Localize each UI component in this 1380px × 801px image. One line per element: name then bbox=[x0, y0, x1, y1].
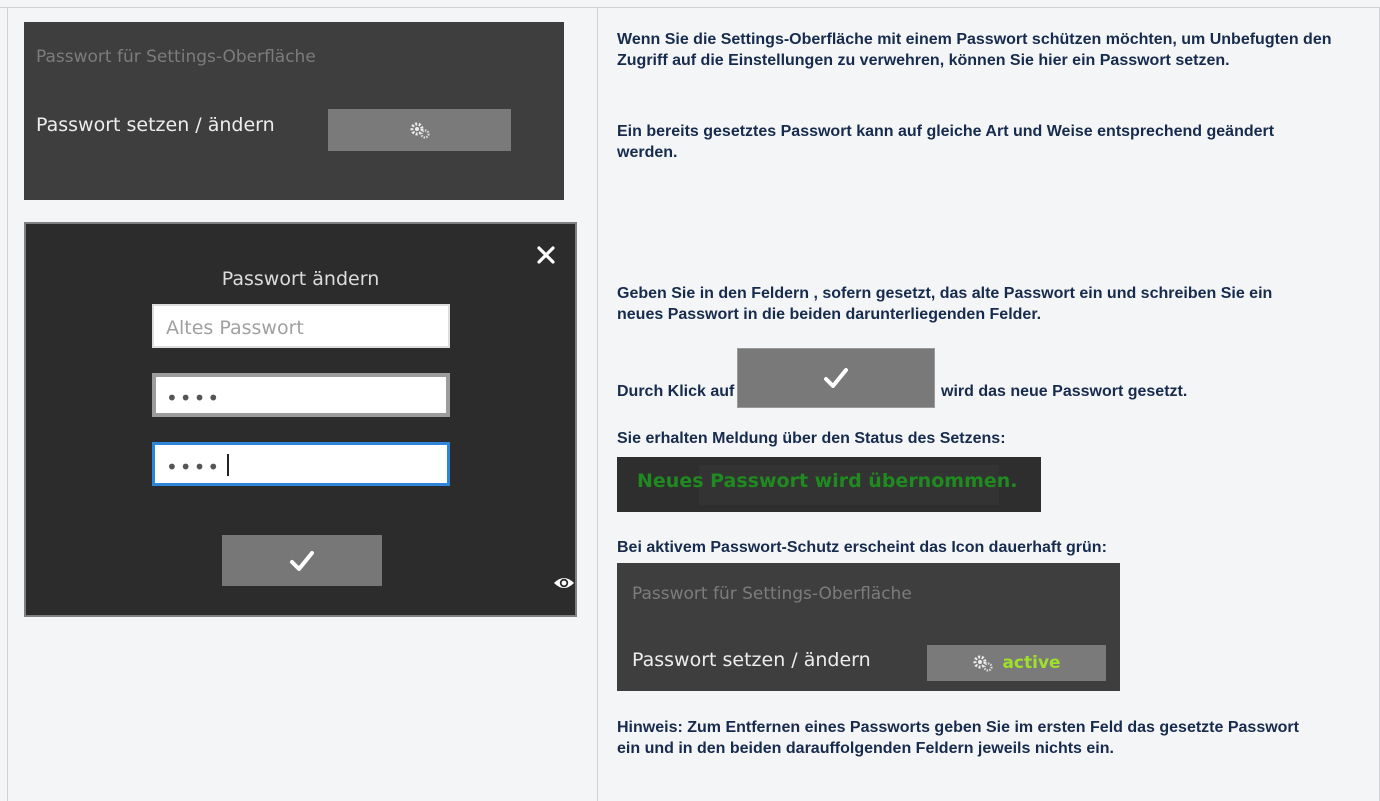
status-intro-text: Sie erhalten Meldung über den Status des… bbox=[617, 430, 1006, 447]
change-password-dialog: Passwort ändern Altes Passwort •••• •••• bbox=[24, 222, 577, 617]
old-password-field[interactable]: Altes Passwort bbox=[152, 304, 450, 348]
old-password-placeholder: Altes Passwort bbox=[166, 317, 304, 339]
click-text-suffix: wird das neue Passwort gesetzt. bbox=[941, 383, 1188, 400]
panel-title: Passwort für Settings-Oberfläche bbox=[632, 584, 912, 604]
set-password-label: Passwort setzen / ändern bbox=[632, 649, 871, 671]
intro-text: Wenn Sie die Settings-Oberfläche mit ein… bbox=[617, 31, 1332, 69]
change-text: Ein bereits gesetztes Passwort kann auf … bbox=[617, 123, 1275, 161]
confirm-password-field[interactable]: •••• bbox=[152, 442, 450, 486]
settings-panel-screenshot: Passwort für Settings-Oberfläche Passwor… bbox=[24, 22, 564, 200]
dialog-title: Passwort ändern bbox=[221, 268, 380, 290]
fields-text: Geben Sie in den Feldern , sofern gesetz… bbox=[617, 285, 1273, 323]
panel-title: Passwort für Settings-Oberfläche bbox=[36, 47, 316, 67]
checkmark-icon bbox=[290, 550, 314, 571]
new-password-value: •••• bbox=[166, 386, 222, 410]
close-icon[interactable] bbox=[531, 240, 561, 270]
set-password-button[interactable] bbox=[328, 109, 511, 151]
set-password-active-button[interactable]: active bbox=[927, 645, 1106, 681]
gears-icon bbox=[973, 655, 994, 672]
table-column-divider bbox=[597, 7, 598, 801]
click-text-prefix: Durch Klick auf bbox=[617, 383, 735, 400]
active-settings-panel-screenshot: Passwort für Settings-Oberfläche Passwor… bbox=[617, 563, 1120, 691]
table-left-border bbox=[7, 7, 8, 801]
eye-icon[interactable] bbox=[553, 575, 575, 591]
active-intro-text: Bei aktivem Passwort-Schutz erscheint da… bbox=[617, 539, 1107, 556]
text-caret bbox=[227, 454, 229, 476]
confirm-password-value: •••• bbox=[166, 455, 222, 479]
documentation-table: Passwort für Settings-Oberfläche Passwor… bbox=[0, 0, 1380, 801]
active-badge: active bbox=[1002, 653, 1061, 673]
submit-password-button[interactable] bbox=[222, 535, 382, 586]
gears-icon bbox=[410, 122, 430, 139]
status-message-panel: Neues Passwort wird übernommen. bbox=[617, 457, 1041, 512]
table-top-border bbox=[0, 7, 1380, 8]
new-password-field[interactable]: •••• bbox=[152, 373, 450, 417]
inline-submit-button bbox=[737, 348, 935, 408]
hint-text: Hinweis: Zum Entfernen eines Passworts g… bbox=[617, 719, 1299, 757]
status-message: Neues Passwort wird übernommen. bbox=[637, 470, 1018, 492]
set-password-label: Passwort setzen / ändern bbox=[36, 114, 275, 136]
checkmark-icon bbox=[824, 368, 848, 388]
